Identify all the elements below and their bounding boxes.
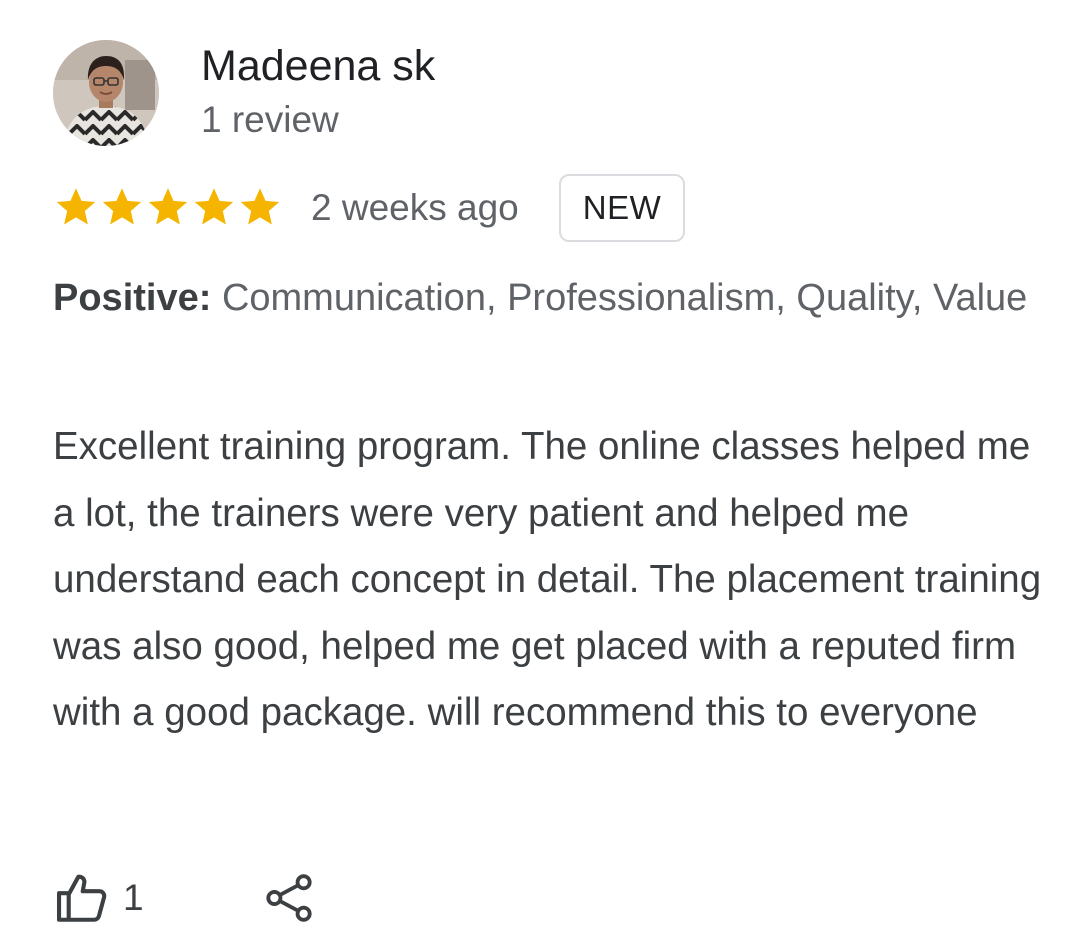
star-rating: [53, 182, 283, 232]
author-review-count: 1 review: [201, 99, 339, 140]
review-time: 2 weeks ago: [311, 187, 519, 228]
like-count: 1: [123, 877, 144, 918]
review-text: Excellent training program. The online c…: [53, 425, 1042, 734]
avatar[interactable]: [53, 40, 159, 146]
share-icon: [265, 874, 312, 922]
review-attributes: Positive: Communication, Professionalism…: [53, 272, 1033, 324]
star-icon: [102, 188, 142, 225]
new-badge: NEW: [559, 174, 685, 242]
attributes-label: Positive:: [53, 277, 212, 319]
author-name[interactable]: Madeena sk: [201, 40, 435, 92]
star-icon: [240, 188, 280, 225]
like-button[interactable]: 1: [53, 869, 144, 927]
star-icon: [194, 188, 234, 225]
thumbs-up-icon: [56, 874, 107, 922]
share-button[interactable]: [262, 869, 316, 927]
star-icon: [148, 188, 188, 225]
star-icon: [56, 188, 96, 225]
attributes-values: Communication, Professionalism, Quality,…: [221, 277, 1028, 319]
user-avatar-photo-icon: [53, 40, 159, 146]
review-card: Madeena sk 1 review 2 weeks ago NEW Posi…: [0, 0, 1080, 948]
review-actions: 1: [53, 866, 316, 930]
